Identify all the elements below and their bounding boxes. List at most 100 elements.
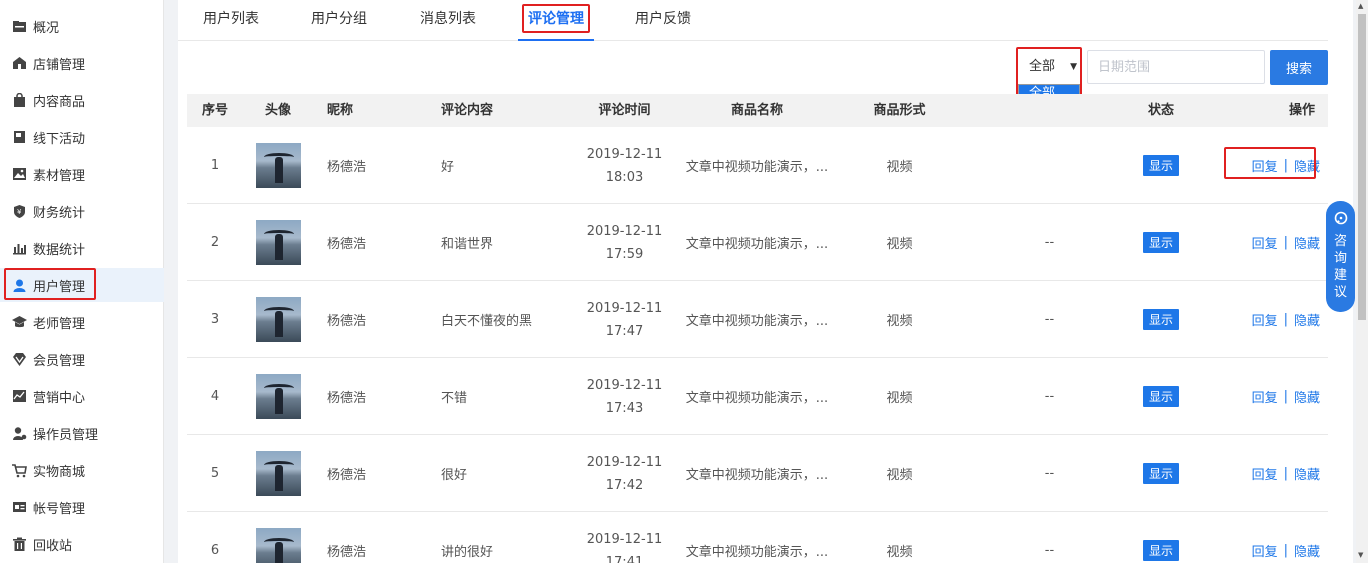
scroll-thumb[interactable] xyxy=(1358,14,1366,320)
tab-active-underline xyxy=(518,39,594,41)
sidebar-item-4[interactable]: 线下活动 xyxy=(0,120,164,154)
extra-value: -- xyxy=(1044,543,1055,558)
comment-content: 很好 xyxy=(441,468,468,483)
reply-link[interactable]: 回复 xyxy=(1252,464,1278,483)
feedback-label: 咨询建议 xyxy=(1333,234,1347,300)
sidebar-item-14[interactable]: 帐号管理 xyxy=(0,490,164,524)
column-header: 头像 xyxy=(264,103,291,118)
comment-date: 2019-12-11 xyxy=(586,146,663,162)
reply-link[interactable]: 回复 xyxy=(1252,310,1278,329)
tab-label: 用户分组 xyxy=(311,11,367,27)
product-form: 视频 xyxy=(886,391,913,406)
tab-3[interactable]: 消息列表 xyxy=(420,0,476,40)
comment-date: 2019-12-11 xyxy=(586,454,663,470)
comment-clock: 17:42 xyxy=(605,477,644,493)
product-name: 文章中视频功能演示，... xyxy=(685,545,829,560)
trash-icon xyxy=(12,537,27,552)
operator-icon xyxy=(12,426,27,441)
extra-value: -- xyxy=(1044,466,1055,481)
avatar-figure xyxy=(274,465,283,491)
comment-clock: 17:47 xyxy=(605,323,644,339)
column-header: 操作 xyxy=(1288,103,1315,118)
comment-content: 和谐世界 xyxy=(441,237,494,252)
page-scrollbar[interactable]: ▲ ▼ xyxy=(1356,0,1368,563)
sidebar-item-15[interactable]: 回收站 xyxy=(0,527,164,561)
tab-2[interactable]: 用户分组 xyxy=(311,0,367,40)
sidebar-highlight-box xyxy=(4,268,96,300)
sidebar-item-label: 实物商城 xyxy=(33,464,86,480)
extra-value: -- xyxy=(1044,389,1055,404)
hide-link[interactable]: 隐藏 xyxy=(1294,233,1320,252)
column-header: 昵称 xyxy=(327,103,354,118)
status-badge[interactable]: 显示 xyxy=(1142,463,1179,484)
sidebar-item-11[interactable]: 营销中心 xyxy=(0,379,164,413)
sidebar-item-label: 会员管理 xyxy=(33,353,86,369)
sidebar-item-13[interactable]: 实物商城 xyxy=(0,453,164,487)
hide-link[interactable]: 隐藏 xyxy=(1294,387,1320,406)
avatar-cell xyxy=(247,281,309,358)
sidebar-item-7[interactable]: 数据统计 xyxy=(0,231,164,265)
table-row: 1 杨德浩好 2019-12-11 18:03 文章中视频功能演示，... 视频 显示 回复 |… xyxy=(187,127,1328,204)
tab-label: 用户列表 xyxy=(203,11,259,27)
sidebar-item-1[interactable]: 概况 xyxy=(0,9,164,43)
sidebar-item-10[interactable]: 会员管理 xyxy=(0,342,164,376)
sidebar-item-3[interactable]: 内容商品 xyxy=(0,83,164,117)
status-cell: 显示 xyxy=(1117,358,1205,435)
op-separator: | xyxy=(1283,389,1288,404)
sidebar-item-5[interactable]: 素材管理 xyxy=(0,157,164,191)
status-badge[interactable]: 显示 xyxy=(1142,540,1179,561)
main-panel: 用户列表用户分组消息列表评论管理用户反馈 全部 ▼ 全部图文图片音频视频PDF … xyxy=(178,0,1353,563)
product-form: 视频 xyxy=(886,545,913,560)
tab-4[interactable]: 评论管理 xyxy=(518,0,594,41)
table-row: 3 杨德浩 白天不懂夜的黑 2019-12-11 17:47 文章中视频功能演示，... 视… xyxy=(187,281,1328,358)
row-number: 1 xyxy=(210,158,220,173)
status-badge[interactable]: 显示 xyxy=(1142,232,1179,253)
operations-cell: 回复 | 隐藏 xyxy=(1227,358,1324,435)
operations-cell: 回复 | 隐藏 xyxy=(1227,512,1324,563)
search-button[interactable]: 搜索 xyxy=(1270,50,1328,85)
hide-link[interactable]: 隐藏 xyxy=(1294,541,1320,560)
date-range-input[interactable] xyxy=(1087,50,1265,84)
reply-link[interactable]: 回复 xyxy=(1252,541,1278,560)
column-header: 商品形式 xyxy=(873,103,926,118)
op-separator: | xyxy=(1283,543,1288,558)
scroll-down-icon[interactable]: ▼ xyxy=(1358,551,1363,559)
sidebar-item-9[interactable]: 老师管理 xyxy=(0,305,164,339)
table-header: 序号 头像 昵称 评论内容 评论时间 商品名称 商品形式 状态 操作 xyxy=(187,94,1328,127)
avatar xyxy=(255,143,301,188)
comment-clock: 18:03 xyxy=(605,169,644,185)
feedback-widget[interactable]: 咨询建议 xyxy=(1326,201,1355,312)
bar-chart-icon xyxy=(12,241,27,256)
comment-content: 白天不懂夜的黑 xyxy=(441,314,533,329)
tab-1[interactable]: 用户列表 xyxy=(203,0,259,40)
tab-5[interactable]: 用户反馈 xyxy=(635,0,691,40)
avatar-figure xyxy=(274,234,283,260)
op-separator: | xyxy=(1283,235,1288,250)
id-card-icon xyxy=(12,500,27,515)
sidebar-item-label: 素材管理 xyxy=(33,168,86,184)
sidebar-item-6[interactable]: ¥ 财务统计 xyxy=(0,194,164,228)
store-icon xyxy=(12,56,27,71)
sidebar-item-8[interactable]: 用户管理 xyxy=(0,268,164,302)
status-badge[interactable]: 显示 xyxy=(1142,386,1179,407)
scroll-up-icon[interactable]: ▲ xyxy=(1358,2,1363,10)
nickname: 杨德浩 xyxy=(327,545,367,560)
sidebar-item-2[interactable]: 店铺管理 xyxy=(0,46,164,80)
reply-link[interactable]: 回复 xyxy=(1252,387,1278,406)
table-row: 4 杨德浩 不错 2019-12-11 17:43 文章中视频功能演示，... 视频 -- 显示… xyxy=(187,358,1328,435)
sidebar-item-label: 帐号管理 xyxy=(33,501,86,517)
extra-value: -- xyxy=(1044,312,1055,327)
status-cell: 显示 xyxy=(1117,281,1205,358)
row-number: 2 xyxy=(210,235,220,250)
product-form: 视频 xyxy=(886,314,913,329)
row-number: 5 xyxy=(210,466,220,481)
reply-link[interactable]: 回复 xyxy=(1252,233,1278,252)
sidebar-item-12[interactable]: 操作员管理 xyxy=(0,416,164,450)
status-badge[interactable]: 显示 xyxy=(1142,155,1179,176)
tab-label: 消息列表 xyxy=(420,11,476,27)
hide-link[interactable]: 隐藏 xyxy=(1294,310,1320,329)
hide-link[interactable]: 隐藏 xyxy=(1294,464,1320,483)
avatar-cell xyxy=(247,512,309,563)
op-separator: | xyxy=(1283,466,1288,481)
status-badge[interactable]: 显示 xyxy=(1142,309,1179,330)
